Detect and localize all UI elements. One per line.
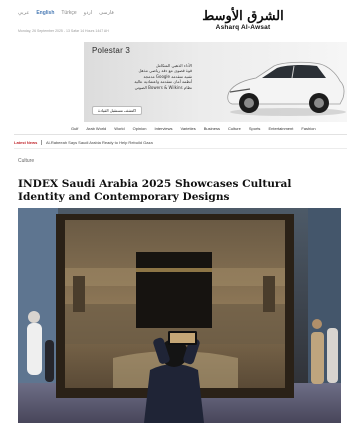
nav-item-world[interactable]: World [114, 126, 124, 131]
article-photo-illustration [18, 208, 341, 423]
nav-item-sports[interactable]: Sports [249, 126, 261, 131]
nav-item-opinion[interactable]: Opinion [133, 126, 147, 131]
language-link-urdu[interactable]: اردو [84, 10, 92, 16]
site-header: عربي English Türkçe اردو فارسی Monday, 2… [0, 0, 347, 40]
dateline: Monday, 26 September 2025 - 13 Safar 14 … [18, 29, 109, 33]
ticker-divider [14, 148, 347, 149]
language-link-english[interactable]: English [36, 10, 54, 16]
article-headline: INDEX Saudi Arabia 2025 Showcases Cultur… [18, 178, 292, 203]
ad-brand-name: Polestar 3 [92, 46, 131, 55]
nav-item-interviews[interactable]: Interviews [154, 126, 172, 131]
latest-news-ticker: Latest News Al-Rabeeah Says Saudi Arabia… [14, 138, 347, 146]
ad-copy-line: نظام Bowers & Wilkins الصوتي [134, 84, 192, 90]
nav-item-gulf[interactable]: Gulf [71, 126, 78, 131]
nav-item-entertainment[interactable]: Entertainment [268, 126, 293, 131]
article-photo [18, 208, 341, 423]
language-link-arabic[interactable]: عربي [18, 10, 29, 16]
ad-copy: الأداء الذهبي المتكامل قوة قصوى مع دقة ر… [92, 63, 192, 90]
article-category[interactable]: Culture [18, 158, 34, 164]
main-nav: Gulf Arab World World Opinion Interviews… [0, 122, 347, 134]
language-link-turkish[interactable]: Türkçe [61, 10, 76, 16]
ticker-headline-link[interactable]: Al-Rabeeah Says Saudi Arabia Ready to He… [46, 140, 153, 145]
nav-item-fashion[interactable]: Fashion [301, 126, 315, 131]
logo-arabic-text: الشرق الأوسط [202, 9, 284, 24]
ticker-label: Latest News [14, 139, 38, 145]
site-logo[interactable]: الشرق الأوسط Asharq Al-Awsat [193, 9, 293, 32]
ad-cta-button[interactable]: اكتشف مستقبل القيادة [92, 106, 142, 115]
nav-divider [14, 134, 347, 135]
nav-item-business[interactable]: Business [204, 126, 220, 131]
advertisement-banner[interactable]: Polestar 3 الأداء الذهبي المتكامل قوة قص… [84, 42, 347, 122]
language-switcher: عربي English Türkçe اردو فارسی [18, 10, 114, 16]
car-image [227, 61, 346, 116]
nav-item-varieties[interactable]: Varieties [180, 126, 195, 131]
nav-item-culture[interactable]: Culture [228, 126, 241, 131]
ticker-separator [41, 139, 42, 145]
language-link-persian[interactable]: فارسی [99, 10, 114, 16]
logo-english-text: Asharq Al-Awsat [215, 24, 271, 31]
nav-item-arab-world[interactable]: Arab World [86, 126, 106, 131]
